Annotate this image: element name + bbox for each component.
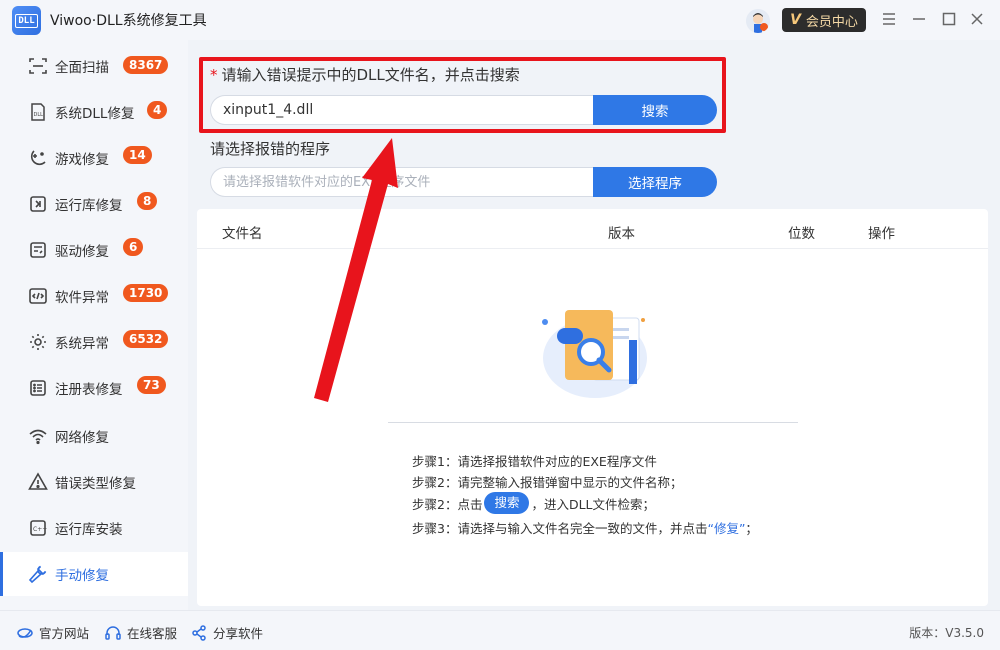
step-search-chip: 搜索 xyxy=(484,492,530,514)
code-icon xyxy=(27,285,49,307)
empty-state-divider xyxy=(388,422,798,423)
minimize-icon[interactable] xyxy=(910,10,928,28)
instruction-step-1: 步骤1：请选择报错软件对应的EXE程序文件 xyxy=(412,454,657,469)
column-header-filename: 文件名 xyxy=(222,226,263,242)
driver-icon xyxy=(27,239,49,261)
sidebar-item-label: 系统DLL修复 xyxy=(55,106,135,122)
globe-icon xyxy=(17,627,33,638)
count-badge: 6532 xyxy=(123,330,169,348)
count-badge: 6 xyxy=(123,238,144,256)
sidebar: 全面扫描 8367 DLL 系统DLL修复 4 游戏修复 14 运行库修复 8 … xyxy=(0,40,188,610)
dll-icon: DLL xyxy=(27,101,49,123)
step-repair-link: “修复” xyxy=(707,521,746,536)
step-3-prefix: 步骤2：点击 xyxy=(412,496,483,512)
runtime-icon xyxy=(27,193,49,215)
required-mark: * xyxy=(210,66,218,84)
count-badge: 8367 xyxy=(123,56,169,74)
instruction-step-4: 步骤3：请选择与输入文件名完全一致的文件，并点击 “修复” ； xyxy=(412,518,758,537)
sidebar-item-error-type-repair[interactable]: 错误类型修复 xyxy=(0,460,188,504)
sidebar-item-runtime-repair[interactable]: 运行库修复 8 xyxy=(0,182,188,226)
menu-icon[interactable] xyxy=(880,10,898,28)
dll-search-row: 搜索 xyxy=(210,95,717,125)
svg-text:DLL: DLL xyxy=(34,112,44,118)
sidebar-item-manual-repair[interactable]: 手动修复 xyxy=(0,552,188,596)
share-icon xyxy=(192,624,206,641)
title-bar: DLL Viwoo·DLL系统修复工具 V 会员中心 xyxy=(0,0,1000,40)
app-logo: DLL xyxy=(12,6,41,35)
version-label: 版本：V3.5.0 xyxy=(909,626,984,640)
wrench-icon xyxy=(27,563,49,585)
column-header-bits: 位数 xyxy=(788,226,815,242)
sidebar-item-full-scan[interactable]: 全面扫描 8367 xyxy=(0,44,188,88)
sidebar-item-software-error[interactable]: 软件异常 1730 xyxy=(0,274,188,318)
list-icon xyxy=(27,377,49,399)
sidebar-item-label: 驱动修复 xyxy=(55,244,109,260)
sidebar-item-label: 运行库修复 xyxy=(55,198,123,214)
warning-icon xyxy=(27,471,49,493)
search-button[interactable]: 搜索 xyxy=(593,95,717,125)
sidebar-item-label: 网络修复 xyxy=(55,430,109,446)
official-site-link[interactable]: 官方网站 xyxy=(16,623,89,642)
maximize-icon[interactable] xyxy=(940,10,958,28)
vip-center-button[interactable]: V 会员中心 xyxy=(782,8,866,32)
count-badge: 14 xyxy=(123,146,152,164)
sidebar-item-label: 系统异常 xyxy=(55,336,109,352)
dll-input-label-text: 请输入错误提示中的DLL文件名，并点击搜索 xyxy=(221,66,520,84)
sidebar-item-driver-repair[interactable]: 驱动修复 6 xyxy=(0,228,188,272)
step-4-suffix: ； xyxy=(745,521,758,536)
online-service-label: 在线客服 xyxy=(127,626,178,641)
count-badge: 1730 xyxy=(123,284,169,302)
sidebar-item-game-repair[interactable]: 游戏修复 14 xyxy=(0,136,188,180)
sidebar-item-registry-repair[interactable]: 注册表修复 73 xyxy=(0,366,188,410)
svg-text:C++: C++ xyxy=(33,526,47,533)
user-avatar[interactable] xyxy=(746,9,770,33)
dll-input-label: * 请输入错误提示中的DLL文件名，并点击搜索 xyxy=(210,64,520,85)
app-logo-text: DLL xyxy=(15,13,38,28)
share-software-label: 分享软件 xyxy=(213,626,264,641)
scan-icon xyxy=(27,55,49,77)
sidebar-item-system-error[interactable]: 系统异常 6532 xyxy=(0,320,188,364)
program-select-row: 选择程序 xyxy=(210,167,717,197)
column-header-version: 版本 xyxy=(608,226,635,242)
step-3-suffix: ，进入DLL文件检索； xyxy=(531,496,656,512)
close-icon[interactable] xyxy=(968,10,986,28)
select-program-button[interactable]: 选择程序 xyxy=(593,167,717,197)
instruction-step-2: 步骤2：请完整输入报错弹窗中显示的文件名称； xyxy=(412,475,683,490)
program-path-input[interactable] xyxy=(210,167,593,197)
count-badge: 4 xyxy=(147,101,168,119)
program-label: 请选择报错的程序 xyxy=(210,140,331,158)
sidebar-item-runtime-install[interactable]: C++ 运行库安装 xyxy=(0,506,188,550)
instruction-step-3: 步骤2：点击 搜索 ，进入DLL文件检索； xyxy=(412,492,655,514)
avatar-icon xyxy=(746,9,770,33)
vip-icon: V xyxy=(790,12,801,28)
online-service-link[interactable]: 在线客服 xyxy=(104,623,177,642)
vip-center-label: 会员中心 xyxy=(805,14,858,30)
headset-icon xyxy=(105,625,121,640)
step-4-prefix: 步骤3：请选择与输入文件名完全一致的文件，并点击 xyxy=(412,521,708,536)
table-header-divider xyxy=(197,248,988,249)
official-site-label: 官方网站 xyxy=(39,626,90,641)
count-badge: 73 xyxy=(137,376,166,394)
sidebar-item-label: 软件异常 xyxy=(55,290,109,306)
sidebar-item-label: 全面扫描 xyxy=(55,60,109,76)
column-header-action: 操作 xyxy=(868,226,895,242)
sidebar-item-label: 运行库安装 xyxy=(55,522,123,538)
sidebar-item-system-dll[interactable]: DLL 系统DLL修复 4 xyxy=(0,90,188,134)
footer-bar: 官方网站 在线客服 分享软件 版本：V3.5.0 xyxy=(0,610,1000,650)
sidebar-item-network-repair[interactable]: 网络修复 xyxy=(0,414,188,458)
results-table: 文件名 版本 位数 操作 xyxy=(197,209,988,606)
wifi-icon xyxy=(27,425,49,447)
gamepad-icon xyxy=(27,147,49,169)
share-software-link[interactable]: 分享软件 xyxy=(190,623,263,642)
sidebar-item-label: 手动修复 xyxy=(55,568,109,584)
install-icon: C++ xyxy=(27,517,49,539)
count-badge: 8 xyxy=(137,192,158,210)
sidebar-item-label: 游戏修复 xyxy=(55,152,109,168)
dll-name-input[interactable] xyxy=(210,95,593,125)
app-title: Viwoo·DLL系统修复工具 xyxy=(50,13,207,29)
empty-state-illustration xyxy=(542,310,647,398)
sidebar-item-label: 错误类型修复 xyxy=(55,476,136,492)
gear-icon xyxy=(27,331,49,353)
sidebar-item-label: 注册表修复 xyxy=(55,382,123,398)
